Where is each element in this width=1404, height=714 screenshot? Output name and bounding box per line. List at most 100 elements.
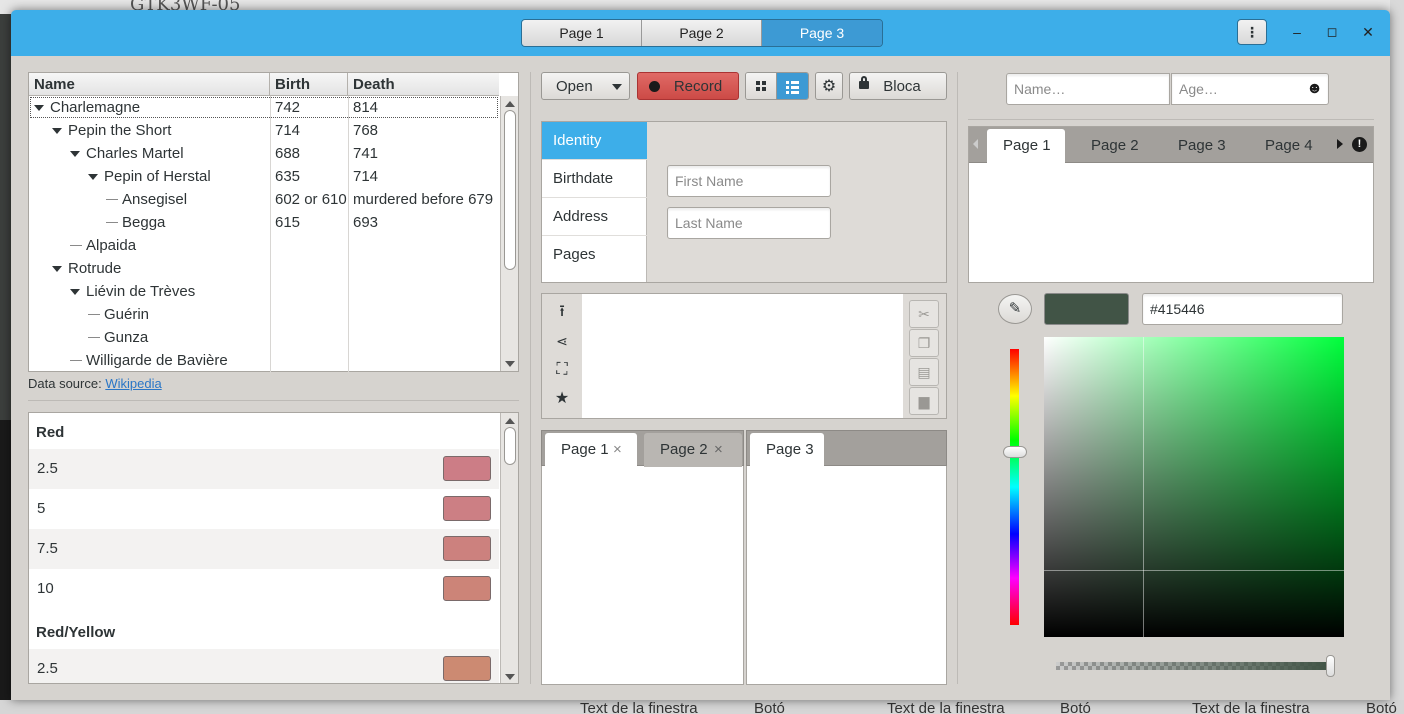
smiley-icon[interactable]: ☻ xyxy=(1306,74,1323,104)
color-swatch[interactable] xyxy=(443,456,491,481)
fullscreen-icon[interactable]: ⛶ xyxy=(550,358,574,382)
scroll-down-icon[interactable] xyxy=(505,361,515,367)
close-icon[interactable]: ✕ xyxy=(1358,22,1378,42)
color-swatch[interactable] xyxy=(443,576,491,601)
tab-page-3[interactable]: Page 3 xyxy=(750,433,824,467)
tab-page-3[interactable]: Page 3 xyxy=(1162,129,1242,163)
color-list-item[interactable]: 7.5 xyxy=(29,529,499,569)
color-list: Red 2.5 5 7.5 10 Red/Yellow 2.5 xyxy=(28,412,519,684)
notebook-left-content xyxy=(541,466,744,685)
tree-line xyxy=(88,337,100,338)
open-button[interactable]: Open xyxy=(541,72,630,100)
hue-slider[interactable] xyxy=(1010,349,1019,625)
switcher-page-2[interactable]: Page 2 xyxy=(642,20,762,46)
color-list-item[interactable]: 5 xyxy=(29,489,499,529)
tree-row[interactable]: Rotrude xyxy=(29,257,499,280)
color-list-item[interactable]: 2.5 xyxy=(29,649,499,683)
color-swatch[interactable] xyxy=(443,496,491,521)
gear-icon[interactable]: ⚙ xyxy=(815,72,843,100)
color-swatch[interactable] xyxy=(443,656,491,681)
first-name-field[interactable]: First Name xyxy=(667,165,831,197)
tree-scrollbar[interactable] xyxy=(500,96,518,371)
tree-cell-name: Rotrude xyxy=(68,260,122,277)
delete-icon[interactable]: ▆ xyxy=(909,387,939,415)
tree-row[interactable]: Gunza xyxy=(29,326,499,349)
last-name-field[interactable]: Last Name xyxy=(667,207,831,239)
paste-icon[interactable]: ▤ xyxy=(909,358,939,386)
color-item-label: 5 xyxy=(37,500,46,517)
tab-page-1[interactable]: Page 1 × xyxy=(545,433,637,467)
maximize-icon[interactable]: ◻ xyxy=(1322,22,1342,42)
tree-row[interactable]: Alpaida xyxy=(29,234,499,257)
color-list-scrollbar[interactable] xyxy=(500,413,518,683)
color-list-item[interactable]: 2.5 xyxy=(29,449,499,489)
color-hex-field[interactable]: #415446 xyxy=(1142,293,1343,325)
scrollbar-thumb[interactable] xyxy=(504,427,516,465)
tree-row[interactable]: Pepin the Short 714 768 xyxy=(29,119,499,142)
copy-icon[interactable]: ❐ xyxy=(909,329,939,357)
tab-page-1[interactable]: Page 1 xyxy=(987,129,1065,163)
scroll-down-icon[interactable] xyxy=(505,674,515,680)
eyedropper-icon[interactable]: ✎ xyxy=(998,294,1032,324)
column-header-birth[interactable]: Birth xyxy=(270,73,348,96)
tree-cell-name: Begga xyxy=(122,214,166,231)
sidebar-item-birthdate[interactable]: Birthdate xyxy=(542,160,647,198)
upload-icon[interactable]: ⭱ xyxy=(550,300,574,324)
lock-button[interactable]: Bloca xyxy=(849,72,947,100)
text-area[interactable] xyxy=(582,294,903,418)
age-field[interactable]: Age… ☻ xyxy=(1171,73,1329,105)
expander-icon[interactable] xyxy=(34,105,44,111)
color-swatch[interactable] xyxy=(443,536,491,561)
scroll-up-icon[interactable] xyxy=(505,418,515,424)
hue-slider-handle[interactable] xyxy=(1003,446,1027,458)
tree-row[interactable]: Willigarde de Bavière xyxy=(29,349,499,372)
switcher-page-1[interactable]: Page 1 xyxy=(522,20,642,46)
alpha-slider-handle[interactable] xyxy=(1326,655,1335,677)
wikipedia-link[interactable]: Wikipedia xyxy=(105,376,161,391)
scroll-left-icon[interactable] xyxy=(973,139,978,149)
tabbed-notebook: Page 1 Page 2 Page 3 Page 4 ! xyxy=(968,126,1374,283)
column-header-death[interactable]: Death xyxy=(348,73,499,96)
switcher-page-3[interactable]: Page 3 xyxy=(762,20,882,46)
expander-icon[interactable] xyxy=(52,128,62,134)
scroll-right-icon[interactable] xyxy=(1337,139,1343,149)
info-icon[interactable]: ! xyxy=(1352,137,1367,152)
expander-icon[interactable] xyxy=(70,289,80,295)
tab-page-2[interactable]: Page 2 xyxy=(1075,129,1155,163)
star-add-icon[interactable]: ★ xyxy=(550,387,574,411)
sidebar-item-address[interactable]: Address xyxy=(542,198,647,236)
tree-row[interactable]: Begga 615 693 xyxy=(29,211,499,234)
expander-icon[interactable] xyxy=(88,174,98,180)
tree-row[interactable]: Charlemagne 742 814 xyxy=(29,96,499,119)
sidebar-item-pages[interactable]: Pages xyxy=(542,236,647,274)
record-button[interactable]: Record xyxy=(637,72,739,100)
scroll-up-icon[interactable] xyxy=(505,101,515,107)
cut-icon[interactable]: ✂ xyxy=(909,300,939,328)
pane-separator xyxy=(957,72,958,684)
alpha-slider[interactable] xyxy=(1056,662,1330,670)
list-view-icon[interactable] xyxy=(777,73,808,99)
tree-row[interactable]: Pepin of Herstal 635 714 xyxy=(29,165,499,188)
tree-row[interactable]: Liévin de Trèves xyxy=(29,280,499,303)
tab-page-4[interactable]: Page 4 xyxy=(1249,129,1329,163)
close-icon[interactable]: × xyxy=(714,433,723,467)
column-header-name[interactable]: Name xyxy=(29,73,270,96)
name-field[interactable]: Name… xyxy=(1006,73,1170,105)
tree-row[interactable]: Guérin xyxy=(29,303,499,326)
color-list-item[interactable]: 10 xyxy=(29,569,499,609)
tree-row[interactable]: Ansegisel 602 or 610 murdered before 679 xyxy=(29,188,499,211)
menu-button[interactable]: ⋮ xyxy=(1237,19,1267,45)
minimize-icon[interactable]: ‒ xyxy=(1287,22,1307,42)
expander-icon[interactable] xyxy=(70,151,80,157)
close-icon[interactable]: × xyxy=(613,433,622,467)
expander-icon[interactable] xyxy=(52,266,62,272)
sidebar-item-identity[interactable]: Identity xyxy=(542,122,647,160)
tab-page-2[interactable]: Page 2 × xyxy=(644,433,742,467)
grid-view-icon[interactable] xyxy=(746,73,778,99)
color-group-heading: Red xyxy=(36,424,65,441)
tree-row[interactable]: Charles Martel 688 741 xyxy=(29,142,499,165)
tree-cell-birth: 615 xyxy=(275,214,301,231)
share-icon[interactable]: ⋖ xyxy=(550,329,574,353)
scrollbar-thumb[interactable] xyxy=(504,110,516,270)
saturation-value-plane[interactable] xyxy=(1044,337,1344,637)
